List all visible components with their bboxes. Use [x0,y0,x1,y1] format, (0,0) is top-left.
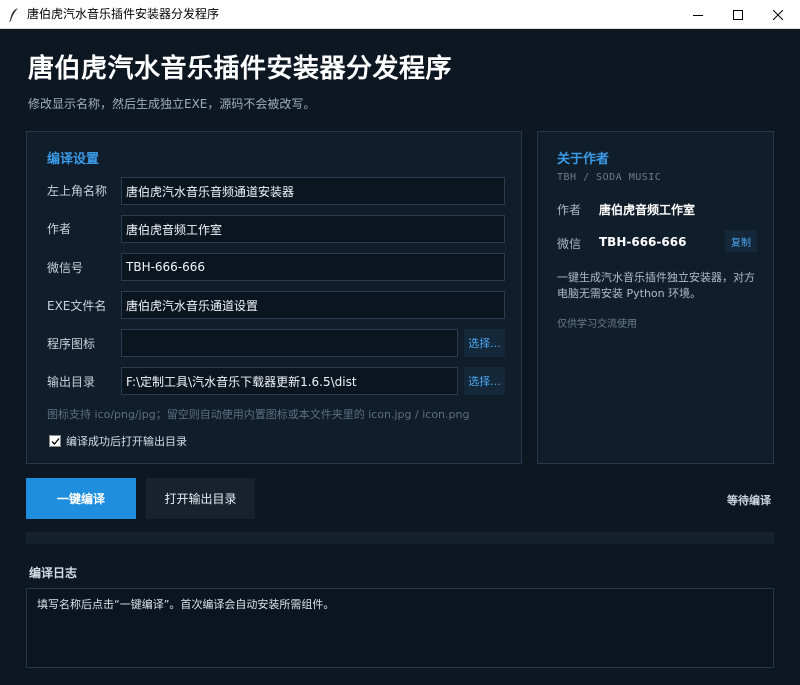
compile-status: 等待编译 [727,494,771,507]
about-author-value: 唐伯虎音频工作室 [599,203,696,217]
compile-log-output[interactable]: 填写名称后点击“一键编译”。首次编译会自动安装所需组件。 [26,588,774,668]
compile-log-title: 编译日志 [29,566,78,580]
about-author-title: 关于作者 [557,152,610,167]
choose-output-dir-button[interactable]: 选择... [464,367,505,395]
compile-log-text: 填写名称后点击“一键编译”。首次编译会自动安装所需组件。 [37,598,335,611]
author-input[interactable] [121,215,505,243]
icon-hint: 图标支持 ico/png/jpg；留空则自动使用内置图标或本文件夹里的 icon… [47,408,470,421]
output-dir-input[interactable] [121,367,458,395]
copy-wechat-button[interactable]: 复制 [725,230,757,252]
window-title: 唐伯虎汽水音乐插件安装器分发程序 [27,7,220,21]
open-output-dir-button[interactable]: 打开输出目录 [146,478,255,519]
choose-icon-button[interactable]: 选择... [464,329,505,357]
about-author-label: 作者 [557,203,582,217]
compile-progress-bar [26,532,774,544]
wechat-input[interactable] [121,253,505,281]
usage-note: 仅供学习交流使用 [557,319,637,330]
author-label: 作者 [47,222,72,236]
page-title: 唐伯虎汽水音乐插件安装器分发程序 [28,54,453,84]
window-name-label: 左上角名称 [47,184,108,198]
maximize-button[interactable] [718,0,758,29]
page-subtitle: 修改显示名称，然后生成独立EXE，源码不会被改写。 [28,97,316,111]
output-dir-label: 输出目录 [47,375,96,389]
about-wechat-value: TBH-666-666 [599,235,687,249]
close-button[interactable] [758,0,798,29]
brand-tagline: TBH / SODA MUSIC [557,172,662,183]
compile-button[interactable]: 一键编译 [26,478,136,519]
open-after-compile-label: 编译成功后打开输出目录 [66,435,187,448]
about-author-panel: 关于作者 TBH / SODA MUSIC 作者 唐伯虎音频工作室 微信 TBH… [537,131,774,464]
wechat-label: 微信号 [47,261,84,275]
about-wechat-label: 微信 [557,237,582,251]
icon-label: 程序图标 [47,337,96,351]
close-icon [773,9,783,20]
checkmark-icon [51,437,60,445]
window-name-input[interactable] [121,177,505,205]
window-titlebar: 唐伯虎汽水音乐插件安装器分发程序 [0,0,800,29]
feather-icon [9,8,18,22]
minimize-icon [693,14,703,16]
open-after-compile-option[interactable]: 编译成功后打开输出目录 [49,433,187,449]
minimize-button[interactable] [678,0,718,29]
about-description: 一键生成汽水音乐插件独立安装器，对方电脑无需安装 Python 环境。 [557,271,755,300]
open-after-compile-checkbox[interactable] [49,435,61,447]
exe-name-label: EXE文件名 [47,299,107,313]
compile-settings-panel: 编译设置 左上角名称 作者 微信号 EXE文件名 程序图标 选择... 输出目录… [26,131,522,464]
icon-path-input[interactable] [121,329,458,357]
maximize-icon [733,9,743,20]
exe-name-input[interactable] [121,291,505,319]
compile-settings-title: 编译设置 [47,152,100,167]
